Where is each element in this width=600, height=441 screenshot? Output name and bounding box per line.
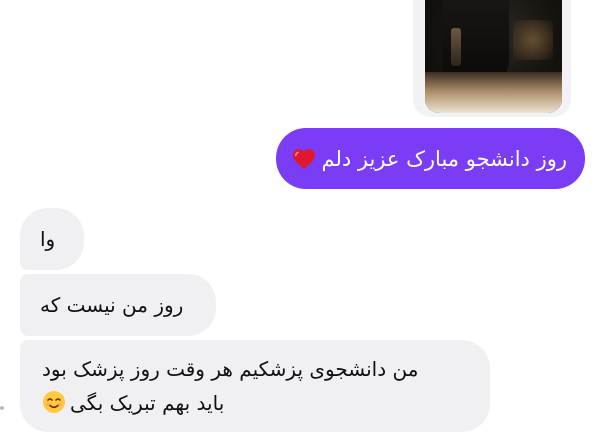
scroll-indicator — [0, 406, 4, 410]
shared-photo[interactable] — [425, 0, 562, 113]
photo-bottle — [451, 28, 461, 66]
outgoing-message-text: روز دانشجو مبارک عزیز دلم — [321, 146, 568, 171]
photo-table — [425, 72, 562, 113]
photo-light — [513, 20, 553, 60]
incoming-message-bubble[interactable]: وا — [20, 208, 84, 270]
incoming-message-bubble[interactable]: من دانشجوی پزشکیم هر وقت روز پزشک بود با… — [20, 340, 490, 432]
incoming-message-line-with-emoji: باید بهم تبریک بگی — [42, 386, 224, 420]
heart-icon — [292, 148, 315, 169]
shared-photo-message[interactable] — [413, 0, 571, 117]
incoming-message-text: روز من نیست که — [40, 293, 184, 317]
incoming-message-text: وا — [40, 227, 56, 251]
incoming-message-line: باید بهم تبریک بگی — [70, 391, 225, 415]
smiling-face-icon — [43, 391, 65, 413]
chat-thread: روز دانشجو مبارک عزیز دلم وا روز من نیست… — [0, 0, 600, 441]
outgoing-message-bubble[interactable]: روز دانشجو مبارک عزیز دلم — [275, 128, 585, 189]
incoming-message-line: من دانشجوی پزشکیم هر وقت روز پزشک بود — [42, 357, 419, 381]
incoming-message-bubble[interactable]: روز من نیست که — [20, 274, 216, 336]
